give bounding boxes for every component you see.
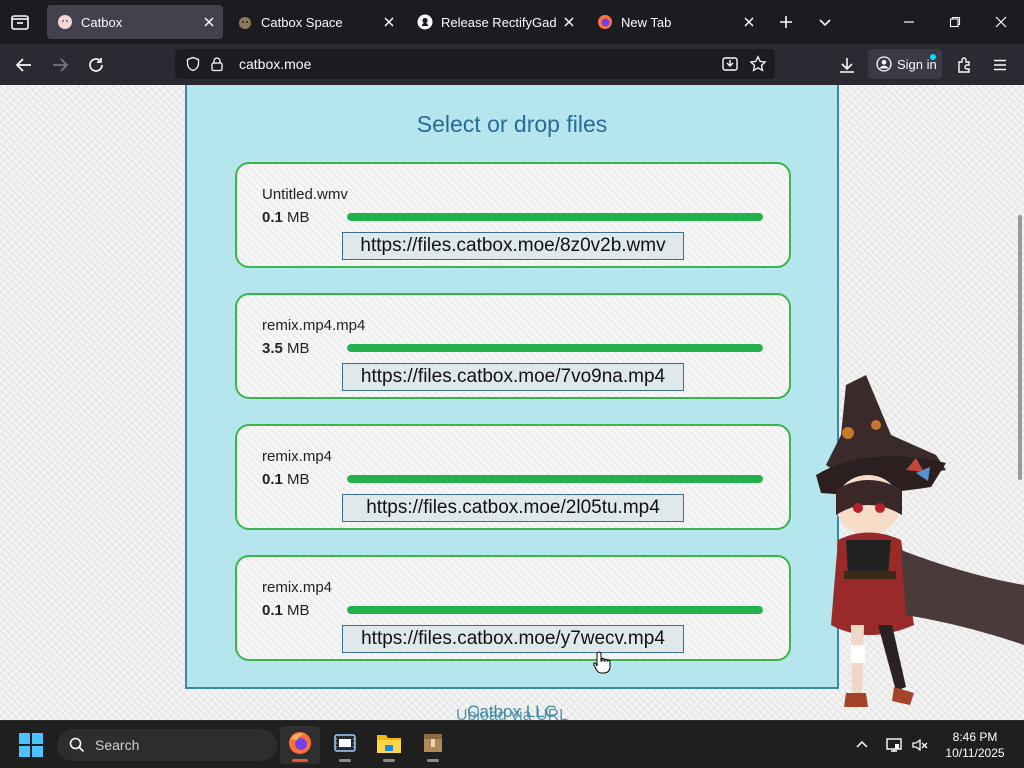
archive-icon — [422, 732, 444, 759]
volume-muted-icon[interactable] — [908, 733, 932, 757]
file-size: 0.1 MB — [262, 209, 310, 226]
taskbar-media-player[interactable] — [325, 726, 365, 764]
upload-progress-bar — [347, 344, 763, 352]
footer-company: Catbox LLC — [467, 702, 557, 720]
upload-panel[interactable]: Select or drop files Untitled.wmv 0.1 MB… — [185, 85, 839, 689]
tab-label: Catbox Space — [261, 14, 343, 30]
taskbar-file-explorer[interactable] — [369, 726, 409, 764]
progress-fill — [347, 475, 763, 483]
file-card: remix.mp4 0.1 MB https://files.catbox.mo… — [235, 555, 791, 661]
restore-icon[interactable] — [943, 10, 967, 34]
window-close-icon[interactable] — [989, 10, 1013, 34]
url-bar[interactable]: catbox.moe — [175, 49, 775, 79]
taskbar: Search 8:46 PM 10/11/2025 — [0, 720, 1024, 768]
page-title[interactable]: Select or drop files — [187, 111, 837, 138]
file-card: Untitled.wmv 0.1 MB https://files.catbox… — [235, 162, 791, 268]
file-name: Untitled.wmv — [262, 186, 348, 203]
hamburger-menu-icon[interactable] — [987, 52, 1013, 78]
bookmark-star-icon[interactable] — [747, 53, 769, 75]
navigation-bar: catbox.moe Sign in — [0, 44, 1024, 85]
file-size: 3.5 MB — [262, 340, 310, 357]
tab-label: New Tab — [621, 14, 672, 30]
close-icon[interactable] — [377, 10, 401, 34]
close-icon[interactable] — [737, 10, 761, 34]
file-size: 0.1 MB — [262, 471, 310, 488]
upload-progress-bar — [347, 475, 763, 483]
shield-icon[interactable] — [185, 56, 201, 72]
close-icon[interactable] — [557, 10, 581, 34]
tab-catbox[interactable]: Catbox — [47, 5, 223, 39]
file-name: remix.mp4 — [262, 579, 333, 596]
file-card: remix.mp4 0.1 MB https://files.catbox.mo… — [235, 424, 791, 530]
progress-fill — [347, 606, 763, 614]
search-icon — [69, 737, 85, 753]
file-name: remix.mp4.mp4 — [262, 317, 366, 334]
tab-catbox-space[interactable]: Catbox Space — [227, 5, 403, 39]
tab-label: Catbox — [81, 14, 123, 30]
page-viewport: Select or drop files Untitled.wmv 0.1 MB… — [0, 85, 1024, 720]
account-icon — [876, 56, 892, 72]
catbox-space-favicon — [237, 14, 253, 30]
taskbar-archive[interactable] — [413, 726, 453, 764]
running-indicator — [339, 759, 351, 762]
file-link[interactable]: https://files.catbox.moe/y7wecv.mp4 — [342, 625, 684, 653]
tab-release-rectifygadgets[interactable]: Release RectifyGadgets — [407, 5, 583, 39]
firefox-icon — [288, 731, 312, 760]
reload-icon[interactable] — [83, 52, 109, 78]
new-tab-plus-icon[interactable] — [774, 10, 798, 34]
file-link[interactable]: https://files.catbox.moe/8z0v2b.wmv — [342, 232, 684, 260]
tab-new-tab[interactable]: New Tab — [587, 5, 763, 39]
clock-date: 10/11/2025 — [945, 746, 1005, 760]
download-icon[interactable] — [834, 52, 860, 78]
search-label: Search — [95, 737, 140, 753]
notification-dot — [930, 54, 936, 60]
lock-icon[interactable] — [209, 56, 225, 72]
taskbar-firefox[interactable] — [280, 726, 320, 764]
firefox-view-icon[interactable] — [8, 10, 32, 34]
progress-fill — [347, 344, 763, 352]
active-indicator — [292, 759, 308, 762]
back-arrow-icon[interactable] — [11, 52, 37, 78]
catbox-favicon — [57, 14, 73, 30]
running-indicator — [383, 759, 395, 762]
windows-start-icon[interactable] — [18, 732, 44, 758]
file-name: remix.mp4 — [262, 448, 333, 465]
media-player-icon — [333, 731, 357, 760]
clock-time: 8:46 PM — [952, 730, 998, 744]
display-icon[interactable] — [882, 733, 906, 757]
url-text[interactable]: catbox.moe — [239, 56, 719, 72]
forward-arrow-icon[interactable] — [47, 52, 73, 78]
taskbar-search[interactable]: Search — [57, 729, 277, 761]
progress-fill — [347, 213, 763, 221]
github-icon — [417, 14, 433, 30]
upload-progress-bar — [347, 606, 763, 614]
tab-label: Release RectifyGadgets — [441, 14, 557, 30]
running-indicator — [427, 759, 439, 762]
close-icon[interactable] — [197, 10, 221, 34]
file-link[interactable]: https://files.catbox.moe/2l05tu.mp4 — [342, 494, 684, 522]
page-scrollbar[interactable] — [1018, 215, 1022, 480]
firefox-icon — [597, 14, 613, 30]
minimize-icon[interactable] — [897, 10, 921, 34]
mascot-illustration — [796, 375, 1024, 720]
hand-cursor-icon — [592, 650, 612, 674]
tab-strip: Catbox Catbox Space Release RectifyGadge… — [0, 0, 1024, 44]
file-link[interactable]: https://files.catbox.moe/7vo9na.mp4 — [342, 363, 684, 391]
file-card: remix.mp4.mp4 3.5 MB https://files.catbo… — [235, 293, 791, 399]
chevron-up-icon[interactable] — [850, 733, 874, 757]
save-to-pocket-icon[interactable] — [719, 53, 741, 75]
extensions-icon[interactable] — [951, 52, 977, 78]
sign-in-button[interactable]: Sign in — [868, 49, 942, 79]
system-clock[interactable]: 8:46 PM 10/11/2025 — [940, 729, 1010, 761]
upload-progress-bar — [347, 213, 763, 221]
file-size: 0.1 MB — [262, 602, 310, 619]
file-explorer-icon — [376, 732, 402, 759]
chevron-down-icon[interactable] — [813, 10, 837, 34]
